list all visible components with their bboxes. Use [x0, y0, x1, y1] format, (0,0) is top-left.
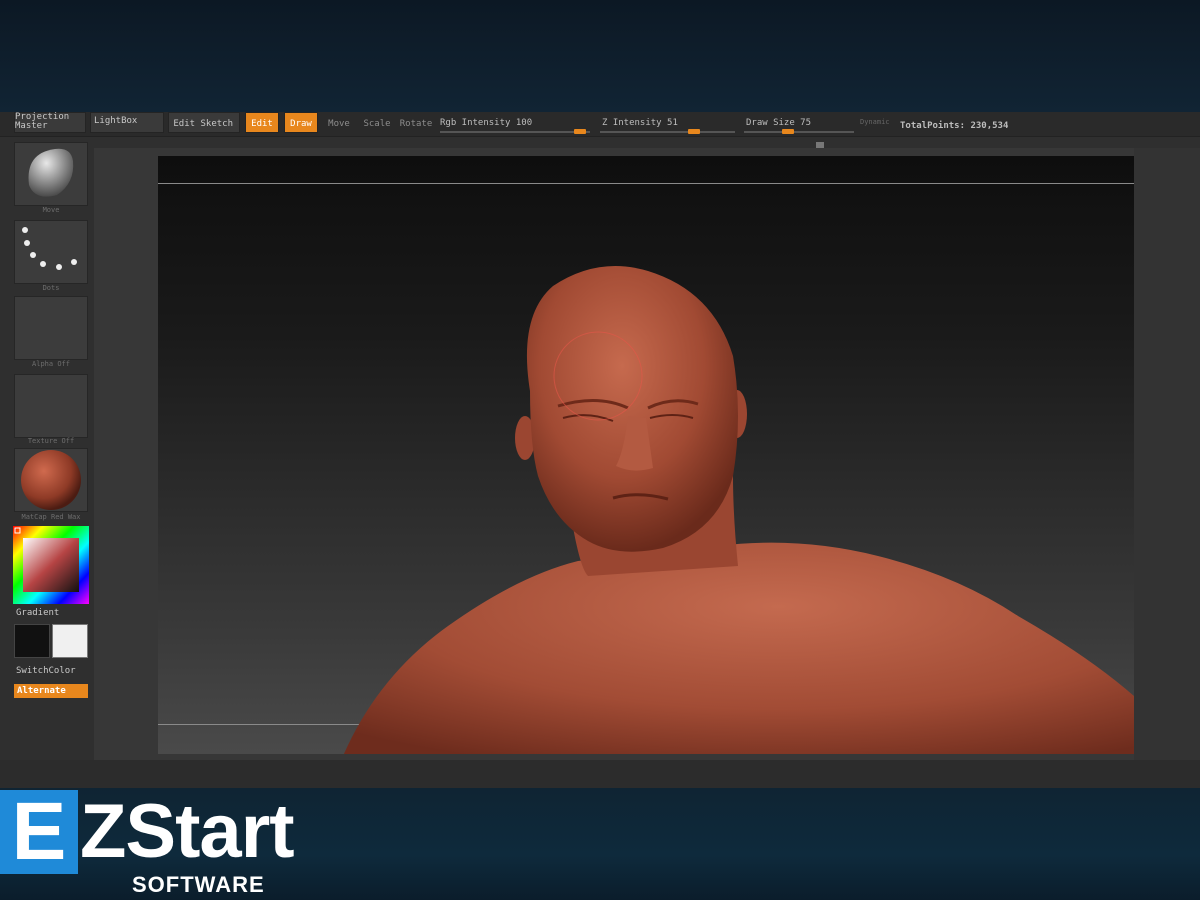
material-tile[interactable] — [14, 448, 88, 512]
logo-e-block: E — [0, 790, 78, 874]
logo-subtitle: SOFTWARE — [132, 872, 265, 897]
draw-button[interactable]: Draw — [284, 112, 318, 133]
edit-label: Edit — [251, 119, 273, 129]
move-button[interactable]: Move — [322, 112, 356, 133]
matcap-red-wax-icon — [21, 450, 81, 510]
dots-stroke-icon — [22, 227, 77, 270]
projection-master-button[interactable]: Projection Master — [14, 112, 86, 133]
left-shelf: Move Dots Alpha Off Texture Off MatCap R… — [10, 138, 94, 748]
secondary-color-swatch[interactable] — [52, 624, 88, 658]
toolbar: Projection Master LightBox Edit Sketch E… — [0, 112, 1200, 137]
color-picker[interactable] — [13, 526, 89, 604]
brush-caption: Move — [42, 206, 60, 214]
alpha-tile[interactable] — [14, 296, 88, 360]
canvas-handle[interactable] — [816, 142, 824, 148]
move-label: Move — [328, 119, 350, 129]
stroke-caption: Dots — [42, 284, 60, 292]
draw-size-slider-label: Draw Size 75 — [746, 118, 812, 128]
rotate-button[interactable]: Rotate — [398, 112, 434, 133]
stroke-tile[interactable] — [14, 220, 88, 284]
z-intensity-slider-label: Z Intensity 51 — [602, 118, 678, 128]
projection-master-label: Projection Master — [15, 111, 70, 131]
scale-button[interactable]: Scale — [360, 112, 394, 133]
rgb-intensity-slider-label: Rgb Intensity 100 — [440, 118, 533, 128]
material-caption: MatCap Red Wax — [21, 513, 81, 521]
texture-caption: Texture Off — [27, 437, 75, 445]
draw-size-knob[interactable] — [782, 129, 794, 134]
lightbox-label: LightBox — [94, 116, 138, 126]
move-brush-icon — [28, 148, 74, 197]
dynamic-label[interactable]: Dynamic — [860, 118, 890, 126]
color-wheel-icon — [13, 526, 89, 604]
z-intensity-slider[interactable] — [600, 129, 735, 134]
lightbox-button[interactable]: LightBox — [90, 112, 164, 133]
main-color-swatch[interactable] — [14, 624, 50, 658]
alternate-button[interactable]: Alternate — [14, 684, 88, 698]
draw-size-slider[interactable] — [744, 129, 854, 134]
switchcolor-button[interactable]: SwitchColor — [16, 666, 76, 676]
logo-wordmark: ZStart — [80, 789, 295, 874]
edit-sketch-label: Edit Sketch — [173, 119, 233, 129]
edit-button[interactable]: Edit — [245, 112, 279, 133]
sculpt-model — [343, 266, 1134, 754]
bottom-shelf — [0, 760, 1200, 788]
document-canvas[interactable] — [158, 156, 1134, 754]
top-band — [0, 0, 1200, 112]
rgb-intensity-knob[interactable] — [574, 129, 586, 134]
scale-label: Scale — [363, 119, 391, 129]
edit-sketch-button[interactable]: Edit Sketch — [168, 112, 240, 133]
head-shape — [526, 266, 738, 552]
rgb-intensity-slider[interactable] — [440, 129, 590, 134]
z-intensity-knob[interactable] — [688, 129, 700, 134]
total-points: TotalPoints: 230,534 — [900, 121, 1009, 131]
gradient-label[interactable]: Gradient — [16, 608, 59, 618]
alpha-caption: Alpha Off — [32, 360, 70, 368]
torso-shape — [343, 542, 1134, 754]
brush-tile[interactable] — [14, 142, 88, 206]
right-shelf — [1134, 148, 1200, 760]
rotate-label: Rotate — [399, 119, 433, 129]
texture-tile[interactable] — [14, 374, 88, 438]
draw-label: Draw — [290, 119, 312, 129]
